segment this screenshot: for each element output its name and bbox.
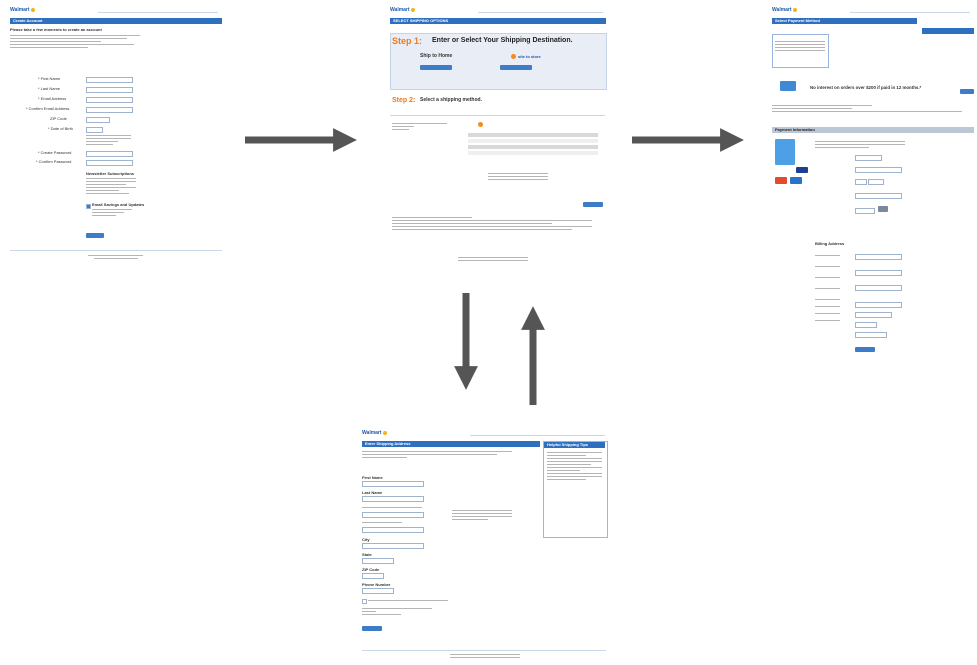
flow-arrows <box>245 128 744 405</box>
